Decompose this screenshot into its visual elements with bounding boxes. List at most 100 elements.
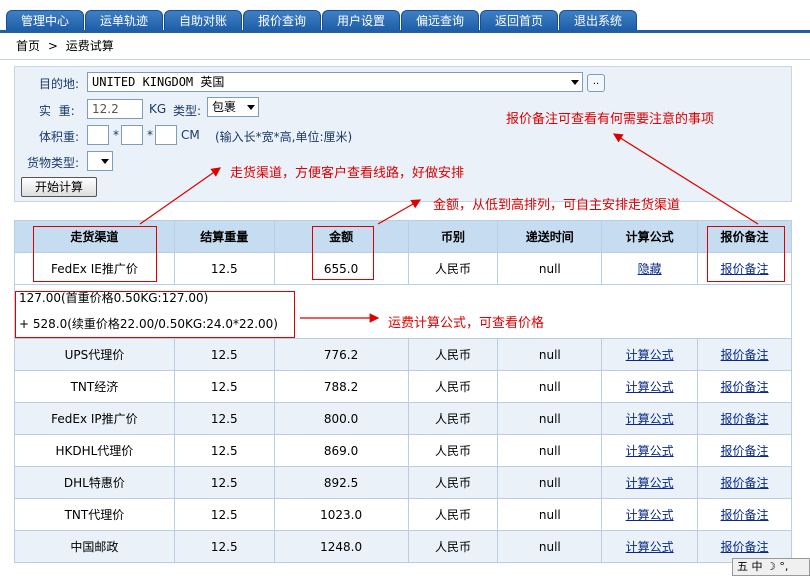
top-navigation: 管理中心 运单轨迹 自助对账 报价查询 用户设置 偏远查询 返回首页 退出系统 — [0, 0, 810, 33]
freight-calc-form: 目的地: UNITED KINGDOM 英国 .. 实 重: 12.2 KG 类… — [14, 66, 792, 202]
cell-channel: HKDHL代理价 — [14, 434, 175, 467]
cell-channel: 中国邮政 — [14, 530, 175, 563]
destination-select[interactable]: UNITED KINGDOM 英国 — [87, 72, 583, 92]
length-input[interactable] — [87, 125, 109, 145]
times-sign-2: * — [147, 128, 153, 142]
tab-back-home[interactable]: 返回首页 — [480, 10, 558, 30]
cell-formula: 隐藏 — [601, 252, 699, 285]
cell-weight: 12.5 — [173, 530, 275, 563]
remark-link[interactable]: 报价备注 — [721, 412, 769, 426]
cell-time: null — [497, 252, 603, 285]
cell-time: null — [497, 466, 603, 499]
tab-self-reconcile[interactable]: 自助对账 — [164, 10, 242, 30]
remark-link[interactable]: 报价备注 — [721, 348, 769, 362]
table-row: TNT代理价 12.5 1023.0 人民币 null 计算公式 报价备注 — [14, 498, 792, 531]
remark-link[interactable]: 报价备注 — [721, 476, 769, 490]
cell-amount: 892.5 — [273, 466, 409, 499]
hide-formula-link[interactable]: 隐藏 — [638, 262, 662, 276]
weight-unit: KG — [149, 102, 167, 116]
cell-currency: 人民币 — [407, 530, 499, 563]
cell-time: null — [497, 498, 603, 531]
formula-line-1: 127.00(首重价格0.50KG:127.00) — [19, 291, 209, 305]
cell-currency: 人民币 — [407, 402, 499, 435]
tab-remote-query[interactable]: 偏远查询 — [401, 10, 479, 30]
col-channel: 走货渠道 — [14, 220, 175, 253]
start-calc-button[interactable]: 开始计算 — [21, 177, 97, 197]
cell-amount: 1023.0 — [273, 498, 409, 531]
cell-channel: DHL特惠价 — [14, 466, 175, 499]
width-input[interactable] — [121, 125, 143, 145]
cell-formula: 计算公式 — [601, 434, 699, 467]
chevron-down-icon — [101, 159, 109, 164]
volume-unit: CM — [181, 128, 200, 142]
col-weight: 结算重量 — [173, 220, 275, 253]
formula-link[interactable]: 计算公式 — [626, 444, 674, 458]
remark-link[interactable]: 报价备注 — [721, 508, 769, 522]
cell-weight: 12.5 — [173, 466, 275, 499]
remark-link[interactable]: 报价备注 — [721, 380, 769, 394]
col-remark: 报价备注 — [697, 220, 792, 253]
table-row: 中国邮政 12.5 1248.0 人民币 null 计算公式 报价备注 — [14, 530, 792, 563]
goods-type-label: 货物类型: — [27, 156, 80, 170]
cell-formula: 计算公式 — [601, 466, 699, 499]
cell-formula: 计算公式 — [601, 402, 699, 435]
remark-link[interactable]: 报价备注 — [721, 444, 769, 458]
tab-logout[interactable]: 退出系统 — [559, 10, 637, 30]
remark-link[interactable]: 报价备注 — [721, 540, 769, 554]
type-value: 包裹 — [212, 100, 237, 114]
table-row: UPS代理价 12.5 776.2 人民币 null 计算公式 报价备注 — [14, 338, 792, 371]
cell-formula: 计算公式 — [601, 498, 699, 531]
formula-link[interactable]: 计算公式 — [626, 508, 674, 522]
goods-type-select[interactable] — [87, 151, 113, 171]
cell-currency: 人民币 — [407, 434, 499, 467]
cell-currency: 人民币 — [407, 498, 499, 531]
remark-link[interactable]: 报价备注 — [721, 262, 769, 276]
breadcrumb: 首页 > 运费试算 — [0, 33, 810, 60]
cell-formula: 计算公式 — [601, 370, 699, 403]
cell-time: null — [497, 370, 603, 403]
breadcrumb-home[interactable]: 首页 — [16, 39, 40, 53]
cell-weight: 12.5 — [173, 252, 275, 285]
tab-quote-query[interactable]: 报价查询 — [243, 10, 321, 30]
cell-remark: 报价备注 — [697, 402, 792, 435]
cell-currency: 人民币 — [407, 338, 499, 371]
formula-link[interactable]: 计算公式 — [626, 412, 674, 426]
weight-label: 实 重: — [39, 104, 75, 118]
chevron-down-icon — [247, 105, 255, 110]
table-header-row: 走货渠道 结算重量 金额 币别 递送时间 计算公式 报价备注 — [14, 220, 792, 253]
table-row: DHL特惠价 12.5 892.5 人民币 null 计算公式 报价备注 — [14, 466, 792, 499]
table-body: UPS代理价 12.5 776.2 人民币 null 计算公式 报价备注 TNT经济 12.5 7… — [14, 338, 792, 563]
weight-input[interactable]: 12.2 — [87, 99, 143, 119]
cell-formula: 计算公式 — [601, 338, 699, 371]
tab-admin-center[interactable]: 管理中心 — [6, 10, 84, 30]
cell-weight: 12.5 — [173, 402, 275, 435]
cell-channel: UPS代理价 — [14, 338, 175, 371]
chevron-down-icon — [571, 80, 579, 85]
tab-user-settings[interactable]: 用户设置 — [322, 10, 400, 30]
cell-amount: 788.2 — [273, 370, 409, 403]
destination-value: UNITED KINGDOM 英国 — [92, 75, 225, 89]
destination-more-button[interactable]: .. — [587, 74, 605, 92]
height-input[interactable] — [155, 125, 177, 145]
times-sign-1: * — [113, 128, 119, 142]
type-select[interactable]: 包裹 — [207, 97, 259, 117]
cell-currency: 人民币 — [407, 252, 499, 285]
cell-remark: 报价备注 — [697, 338, 792, 371]
formula-link[interactable]: 计算公式 — [626, 540, 674, 554]
cell-remark: 报价备注 — [697, 252, 792, 285]
cell-amount: 776.2 — [273, 338, 409, 371]
cell-weight: 12.5 — [173, 434, 275, 467]
formula-link[interactable]: 计算公式 — [626, 476, 674, 490]
col-currency: 币别 — [407, 220, 499, 253]
cell-formula: 计算公式 — [601, 530, 699, 563]
cell-weight: 12.5 — [173, 498, 275, 531]
formula-link[interactable]: 计算公式 — [626, 348, 674, 362]
formula-link[interactable]: 计算公式 — [626, 380, 674, 394]
cell-time: null — [497, 530, 603, 563]
cell-remark: 报价备注 — [697, 466, 792, 499]
results-table: 走货渠道 结算重量 金额 币别 递送时间 计算公式 报价备注 FedEx IE推… — [14, 220, 792, 563]
col-formula: 计算公式 — [601, 220, 699, 253]
tab-waybill-track[interactable]: 运单轨迹 — [85, 10, 163, 30]
ime-toolbar[interactable]: 五 中 ☽ °, — [732, 558, 810, 576]
cell-time: null — [497, 402, 603, 435]
